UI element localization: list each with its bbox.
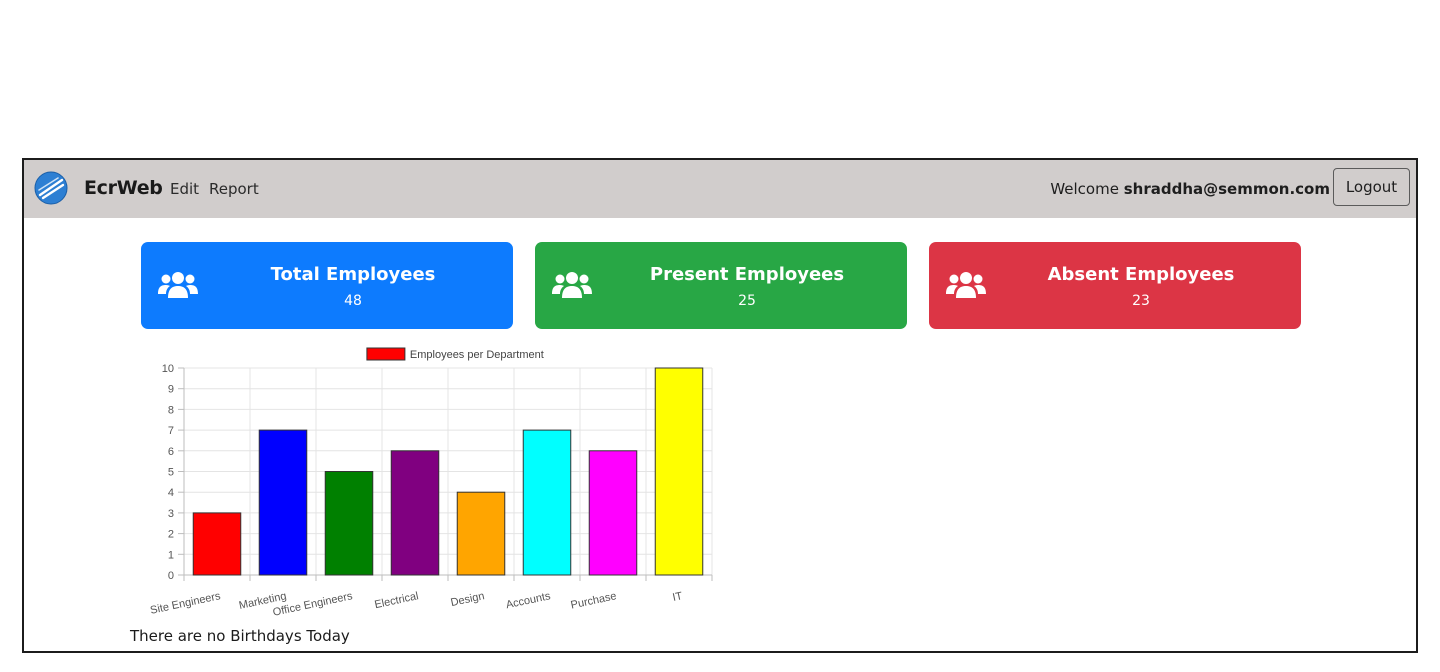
bar-accounts bbox=[522, 429, 572, 576]
x-tick-label: Accounts bbox=[505, 590, 552, 611]
bar-office-engineers bbox=[324, 471, 374, 576]
employees-per-department-chart: 012345678910Site Engineers MarketingOffic… bbox=[149, 347, 713, 619]
card-title: Total Employees bbox=[270, 264, 436, 285]
welcome-prefix: Welcome bbox=[1050, 180, 1119, 198]
y-tick-label: 10 bbox=[162, 363, 174, 375]
bar-site-engineers bbox=[192, 512, 242, 576]
app-window: EcrWeb Edit Report Welcome shraddha@semm… bbox=[22, 158, 1418, 653]
y-tick-label: 2 bbox=[168, 529, 174, 541]
brand-name[interactable]: EcrWeb bbox=[84, 177, 163, 199]
birthday-message: There are no Birthdays Today bbox=[130, 627, 350, 645]
absent-employees-card[interactable]: Absent Employees 23 bbox=[929, 242, 1301, 329]
nav-report-link[interactable]: Report bbox=[209, 180, 259, 198]
user-email: shraddha@semmon.com bbox=[1123, 180, 1330, 198]
y-tick-label: 9 bbox=[168, 384, 174, 396]
y-tick-label: 3 bbox=[168, 508, 174, 520]
y-tick-label: 1 bbox=[168, 549, 174, 561]
legend-swatch bbox=[366, 347, 406, 361]
total-employees-card[interactable]: Total Employees 48 bbox=[141, 242, 513, 329]
y-tick-label: 6 bbox=[168, 446, 174, 458]
bar-it bbox=[654, 367, 704, 576]
ecrweb-logo-icon[interactable] bbox=[34, 171, 68, 205]
bar-electrical bbox=[390, 450, 440, 576]
y-tick-label: 4 bbox=[168, 487, 174, 499]
welcome-text: Welcome shraddha@semmon.com bbox=[1050, 180, 1330, 198]
x-tick-label: Electrical bbox=[373, 590, 419, 611]
x-tick-label: Purchase bbox=[570, 590, 618, 611]
bar-purchase bbox=[588, 450, 638, 576]
card-title: Absent Employees bbox=[1047, 264, 1235, 285]
users-icon bbox=[158, 272, 198, 298]
y-tick-label: 8 bbox=[168, 404, 174, 416]
nav-edit-link[interactable]: Edit bbox=[170, 180, 199, 198]
users-icon bbox=[946, 272, 986, 298]
card-value: 23 bbox=[1132, 293, 1150, 309]
bar-design bbox=[456, 491, 506, 576]
card-value: 48 bbox=[344, 293, 362, 309]
navbar: EcrWeb Edit Report Welcome shraddha@semm… bbox=[24, 160, 1416, 218]
logout-button[interactable]: Logout bbox=[1333, 168, 1410, 206]
legend-label: Employees per Department bbox=[410, 349, 544, 361]
bar-marketing bbox=[258, 429, 308, 576]
present-employees-card[interactable]: Present Employees 25 bbox=[535, 242, 907, 329]
y-tick-label: 0 bbox=[168, 570, 174, 582]
x-tick-label: Site Engineers bbox=[149, 590, 222, 617]
card-value: 25 bbox=[738, 293, 756, 309]
x-tick-label: Design bbox=[450, 590, 486, 609]
users-icon bbox=[552, 272, 592, 298]
x-tick-label: IT bbox=[672, 590, 684, 604]
card-title: Present Employees bbox=[649, 264, 845, 285]
y-tick-label: 7 bbox=[168, 425, 174, 437]
y-tick-label: 5 bbox=[168, 467, 174, 479]
